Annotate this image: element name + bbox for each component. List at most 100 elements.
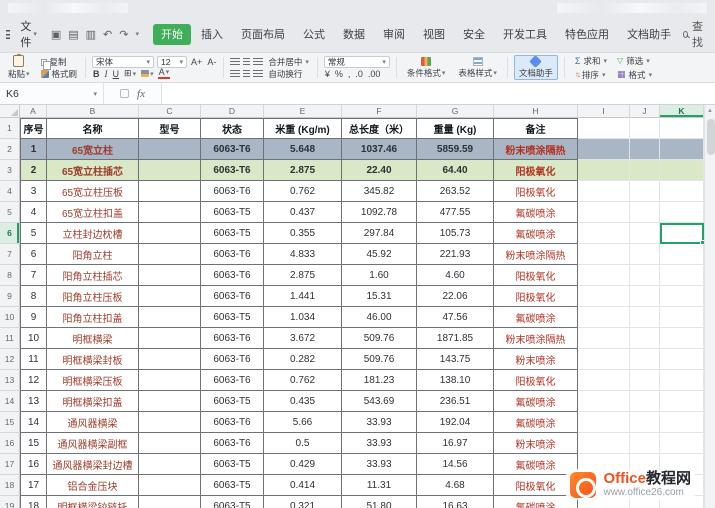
cell-weight[interactable]: 5859.59	[417, 139, 494, 160]
cell-name[interactable]: 65宽立柱压板	[47, 181, 139, 202]
cell-empty[interactable]	[630, 433, 660, 454]
chevron-down-icon[interactable]: ▾	[135, 30, 139, 38]
cell-weight[interactable]: 477.55	[417, 202, 494, 223]
cell-empty[interactable]	[660, 160, 704, 181]
cell-weight[interactable]: 4.68	[417, 475, 494, 496]
cell-weight[interactable]: 192.04	[417, 412, 494, 433]
ribbon-tab[interactable]: 开发工具	[495, 24, 555, 45]
cell-serial[interactable]: 16	[20, 454, 47, 475]
scroll-thumb[interactable]	[707, 119, 715, 155]
cell-serial[interactable]: 15	[20, 433, 47, 454]
cell-note[interactable]: 粉末喷涂	[494, 433, 578, 454]
print-icon[interactable]: ▤	[68, 28, 78, 41]
cell-empty[interactable]	[578, 160, 630, 181]
cell-status[interactable]: 6063-T6	[201, 286, 264, 307]
cell-weight[interactable]: 236.51	[417, 391, 494, 412]
table-style-button[interactable]: 表格样式▾	[454, 55, 501, 80]
cell-model[interactable]	[139, 139, 201, 160]
cell-weight[interactable]: 22.06	[417, 286, 494, 307]
cell-status[interactable]: 6063-T5	[201, 454, 264, 475]
file-menu-button[interactable]: 文件 ▾	[16, 16, 41, 52]
decrease-font-button[interactable]: A-	[206, 57, 217, 67]
cell-name[interactable]: 明框横梁	[47, 328, 139, 349]
ribbon-tab[interactable]: 插入	[193, 24, 231, 45]
cell-length[interactable]: 51.80	[342, 496, 417, 508]
cell-length[interactable]: 33.93	[342, 433, 417, 454]
cell-empty[interactable]	[578, 433, 630, 454]
cell-note[interactable]: 粉末喷涂	[494, 349, 578, 370]
row-header[interactable]: 19	[0, 496, 20, 508]
cell-empty[interactable]	[660, 202, 704, 223]
cell-empty[interactable]	[578, 223, 630, 244]
cell-empty[interactable]	[578, 370, 630, 391]
sum-button[interactable]: Σ求和▾	[573, 55, 609, 67]
cell-empty[interactable]	[630, 370, 660, 391]
cell-empty[interactable]	[630, 286, 660, 307]
cell-empty[interactable]	[630, 307, 660, 328]
row-header[interactable]: 12	[0, 349, 20, 370]
row-header[interactable]: 5	[0, 202, 20, 223]
table-row[interactable]: 4 65宽立柱扣盖 6063-T5 0.437 1092.78 477.55 氟…	[20, 202, 704, 223]
cell-length[interactable]: 297.84	[342, 223, 417, 244]
cell-empty[interactable]	[578, 307, 630, 328]
column-header[interactable]: G	[417, 105, 494, 118]
cell-status[interactable]: 6063-T6	[201, 328, 264, 349]
cell-empty[interactable]	[578, 181, 630, 202]
cell-unit-weight[interactable]: 1.441	[264, 286, 342, 307]
formula-input[interactable]	[162, 83, 715, 104]
name-box[interactable]: K6 ▾	[0, 83, 104, 104]
cell-note[interactable]: 氟碳喷涂	[494, 454, 578, 475]
cell-length[interactable]: 181.23	[342, 370, 417, 391]
cell-serial[interactable]: 11	[20, 349, 47, 370]
cell-model[interactable]	[139, 181, 201, 202]
ribbon-tab[interactable]: 数据	[335, 24, 373, 45]
cell-length[interactable]: 509.76	[342, 328, 417, 349]
cell-status[interactable]: 6063-T6	[201, 181, 264, 202]
cell-empty[interactable]	[660, 370, 704, 391]
cell-empty[interactable]	[660, 286, 704, 307]
header-cell[interactable]: 米重 (Kg/m)	[264, 118, 342, 139]
align-left-icon[interactable]	[230, 70, 240, 78]
cell-unit-weight[interactable]: 1.034	[264, 307, 342, 328]
cell-weight[interactable]: 64.40	[417, 160, 494, 181]
cell-weight[interactable]: 16.97	[417, 433, 494, 454]
cell-length[interactable]: 45.92	[342, 244, 417, 265]
cell-name[interactable]: 通风器横梁	[47, 412, 139, 433]
column-header[interactable]: C	[139, 105, 201, 118]
vertical-scrollbar[interactable]: ▲	[704, 105, 715, 508]
cell-length[interactable]: 543.69	[342, 391, 417, 412]
cell-empty[interactable]	[660, 349, 704, 370]
cell-model[interactable]	[139, 307, 201, 328]
cell-model[interactable]	[139, 349, 201, 370]
cell-note[interactable]: 粉末喷涂隔热	[494, 244, 578, 265]
cell-name[interactable]: 通风器横梁副框	[47, 433, 139, 454]
row-header[interactable]: 15	[0, 412, 20, 433]
cell-name[interactable]: 65宽立柱插芯	[47, 160, 139, 181]
header-cell[interactable]: 状态	[201, 118, 264, 139]
cell-name[interactable]: 明框横梁扣盖	[47, 391, 139, 412]
column-header[interactable]: A	[20, 105, 47, 118]
cell-weight[interactable]: 14.56	[417, 454, 494, 475]
cell-empty[interactable]	[630, 202, 660, 223]
row-header[interactable]: 9	[0, 286, 20, 307]
cell-weight[interactable]: 47.56	[417, 307, 494, 328]
table-row[interactable]: 12 明框横梁压板 6063-T6 0.762 181.23 138.10 阳极…	[20, 370, 704, 391]
cell-name[interactable]: 立柱封边枕槽	[47, 223, 139, 244]
column-header[interactable]: F	[342, 105, 417, 118]
cell-status[interactable]: 6063-T6	[201, 412, 264, 433]
ribbon-tab[interactable]: 公式	[295, 24, 333, 45]
row-header[interactable]: 18	[0, 475, 20, 496]
cell-empty[interactable]	[578, 349, 630, 370]
table-row[interactable]: 13 明框横梁扣盖 6063-T5 0.435 543.69 236.51 氟碳…	[20, 391, 704, 412]
font-name-select[interactable]: 宋体▾	[92, 56, 154, 68]
cell-unit-weight[interactable]: 4.833	[264, 244, 342, 265]
cell-length[interactable]: 1037.46	[342, 139, 417, 160]
cell-unit-weight[interactable]: 5.66	[264, 412, 342, 433]
cell-status[interactable]: 6063-T5	[201, 496, 264, 508]
row-header[interactable]: 10	[0, 307, 20, 328]
table-row[interactable]: 9 阳角立柱扣盖 6063-T5 1.034 46.00 47.56 氟碳喷涂	[20, 307, 704, 328]
increase-decimal-button[interactable]: .0	[354, 69, 364, 79]
row-header[interactable]: 11	[0, 328, 20, 349]
cell-name[interactable]: 65宽立柱	[47, 139, 139, 160]
row-header[interactable]: 7	[0, 244, 20, 265]
